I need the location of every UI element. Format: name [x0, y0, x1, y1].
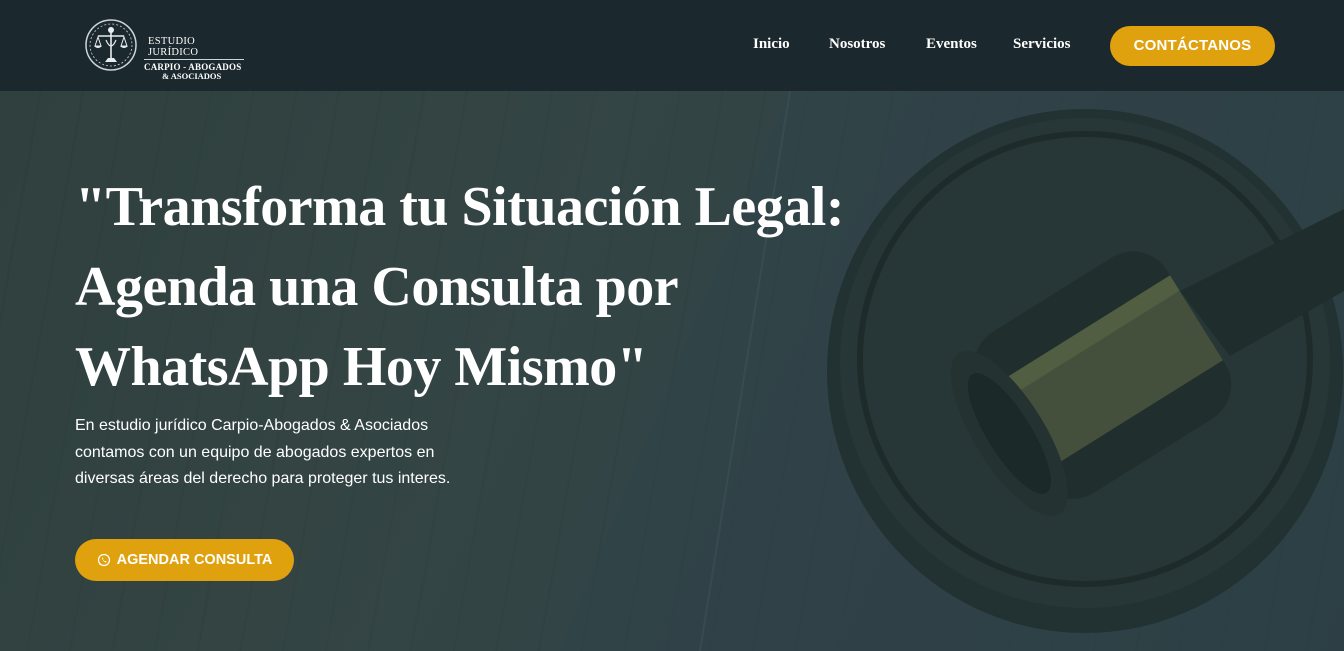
- hero-description: En estudio jurídico Carpio-Abogados & As…: [75, 413, 465, 493]
- logo-line-3: & ASOCIADOS: [162, 71, 222, 81]
- nav-link-nosotros[interactable]: Nosotros: [829, 36, 885, 53]
- nav-link-inicio[interactable]: Inicio: [753, 36, 790, 53]
- contact-button[interactable]: CONTÁCTANOS: [1110, 26, 1275, 66]
- site-logo[interactable]: ESTUDIO JURÍDICO CARPIO - ABOGADOS & ASO…: [84, 16, 254, 81]
- whatsapp-icon: [97, 553, 110, 567]
- schedule-consultation-button[interactable]: AGENDAR CONSULTA: [75, 539, 294, 581]
- hero-headline: "Transforma tu Situación Legal: Agenda u…: [75, 167, 865, 407]
- description-line-3: diversas áreas del derecho para proteger…: [75, 470, 451, 487]
- nav-link-servicios[interactable]: Servicios: [1013, 36, 1071, 53]
- headline-line-3: WhatsApp Hoy Mismo": [75, 336, 648, 398]
- schedule-consultation-label: AGENDAR CONSULTA: [116, 552, 273, 568]
- logo-wordmark: ESTUDIO JURÍDICO CARPIO - ABOGADOS & ASO…: [144, 36, 274, 81]
- logo-line-1: ESTUDIO JURÍDICO: [144, 36, 244, 60]
- headline-line-2: Agenda una Consulta por: [75, 256, 679, 318]
- description-line-2: contamos con un equipo de abogados exper…: [75, 443, 435, 461]
- description-line-1: En estudio jurídico Carpio-Abogados & As…: [75, 417, 429, 434]
- hero-section: "Transforma tu Situación Legal: Agenda u…: [0, 91, 1344, 651]
- top-navigation-bar: ESTUDIO JURÍDICO CARPIO - ABOGADOS & ASO…: [0, 0, 1344, 91]
- headline-line-1: "Transforma tu Situación Legal:: [75, 176, 845, 238]
- nav-link-eventos[interactable]: Eventos: [926, 36, 977, 53]
- scales-of-justice-emblem-icon: [85, 19, 137, 71]
